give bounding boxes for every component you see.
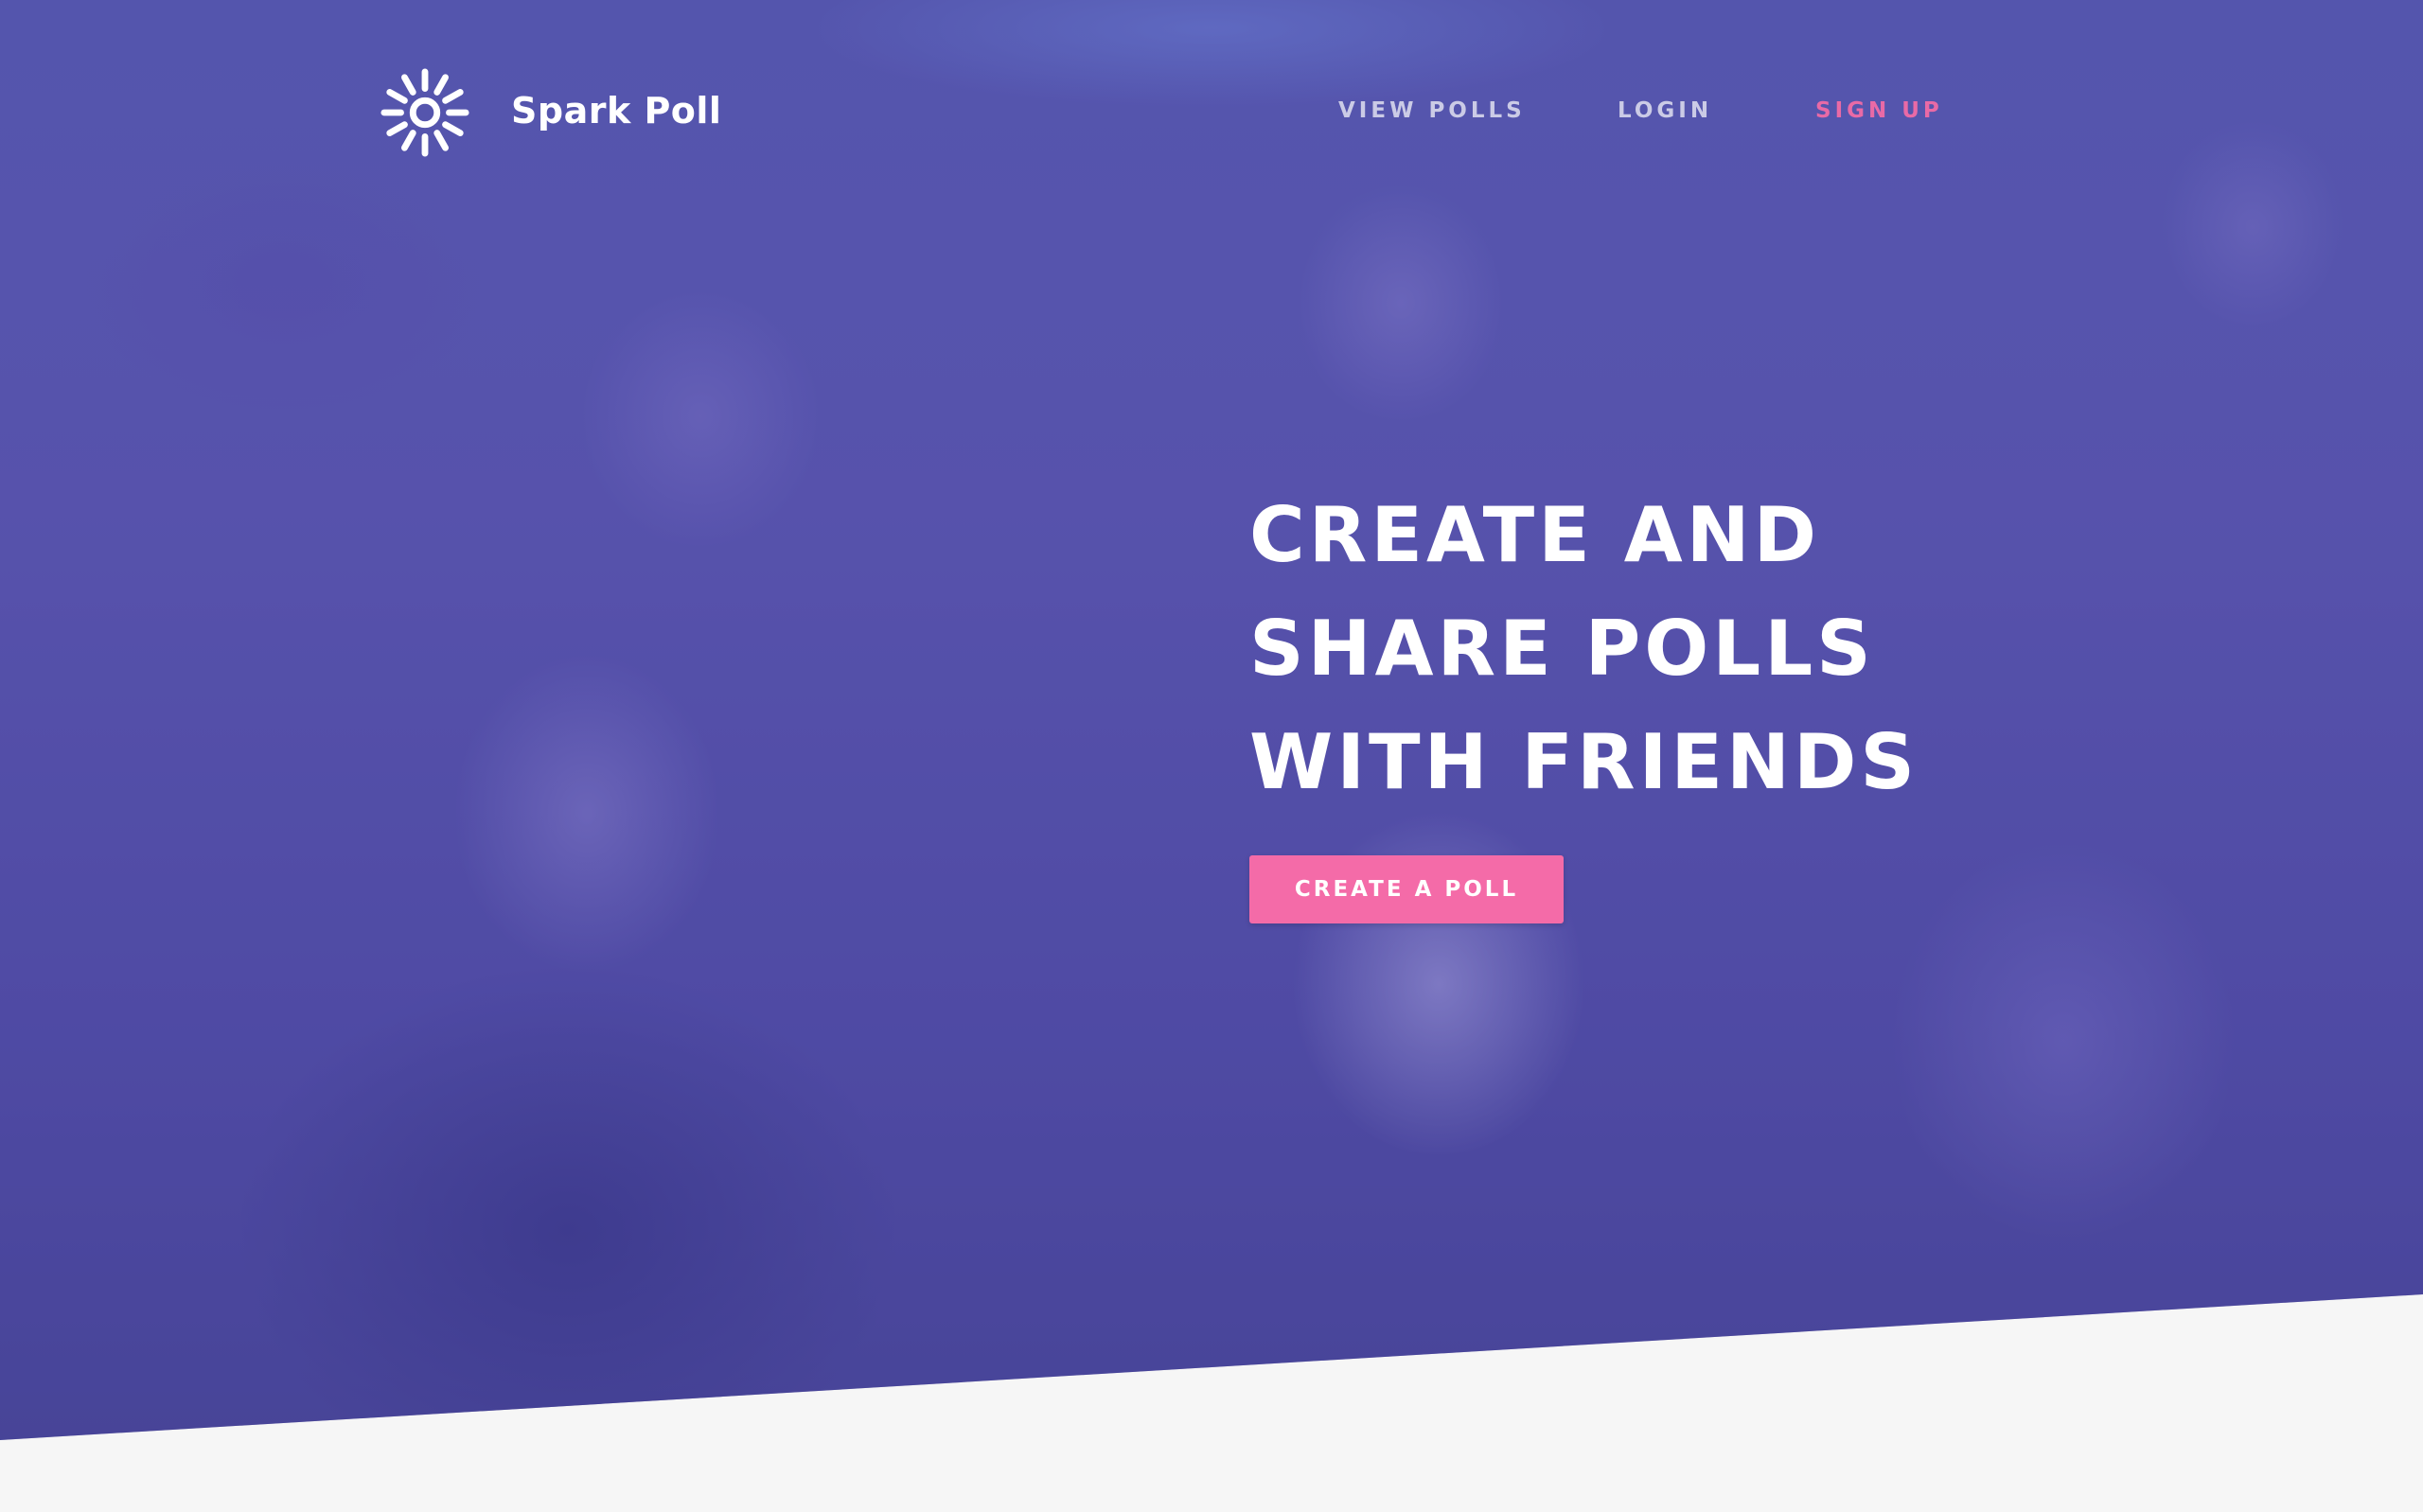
nav-login-link[interactable]: LOGIN [1618,98,1712,123]
headline-line-3: WITH FRIENDS [1249,718,1919,806]
hero-headline: CREATE AND SHARE POLLS WITH FRIENDS [1249,479,2101,819]
top-navigation: Spark Poll VIEW POLLS LOGIN SIGN UP [0,0,2423,227]
headline-line-2: SHARE POLLS [1249,605,1875,693]
headline-line-1: CREATE AND [1249,491,1821,579]
nav-view-polls-link[interactable]: VIEW POLLS [1338,98,1526,123]
nav-sign-up-link[interactable]: SIGN UP [1815,98,1943,123]
create-poll-button[interactable]: CREATE A POLL [1249,855,1564,923]
brand-name[interactable]: Spark Poll [511,90,721,132]
landing-page: Spark Poll VIEW POLLS LOGIN SIGN UP CREA… [0,0,2423,1512]
sun-icon[interactable] [379,66,471,159]
